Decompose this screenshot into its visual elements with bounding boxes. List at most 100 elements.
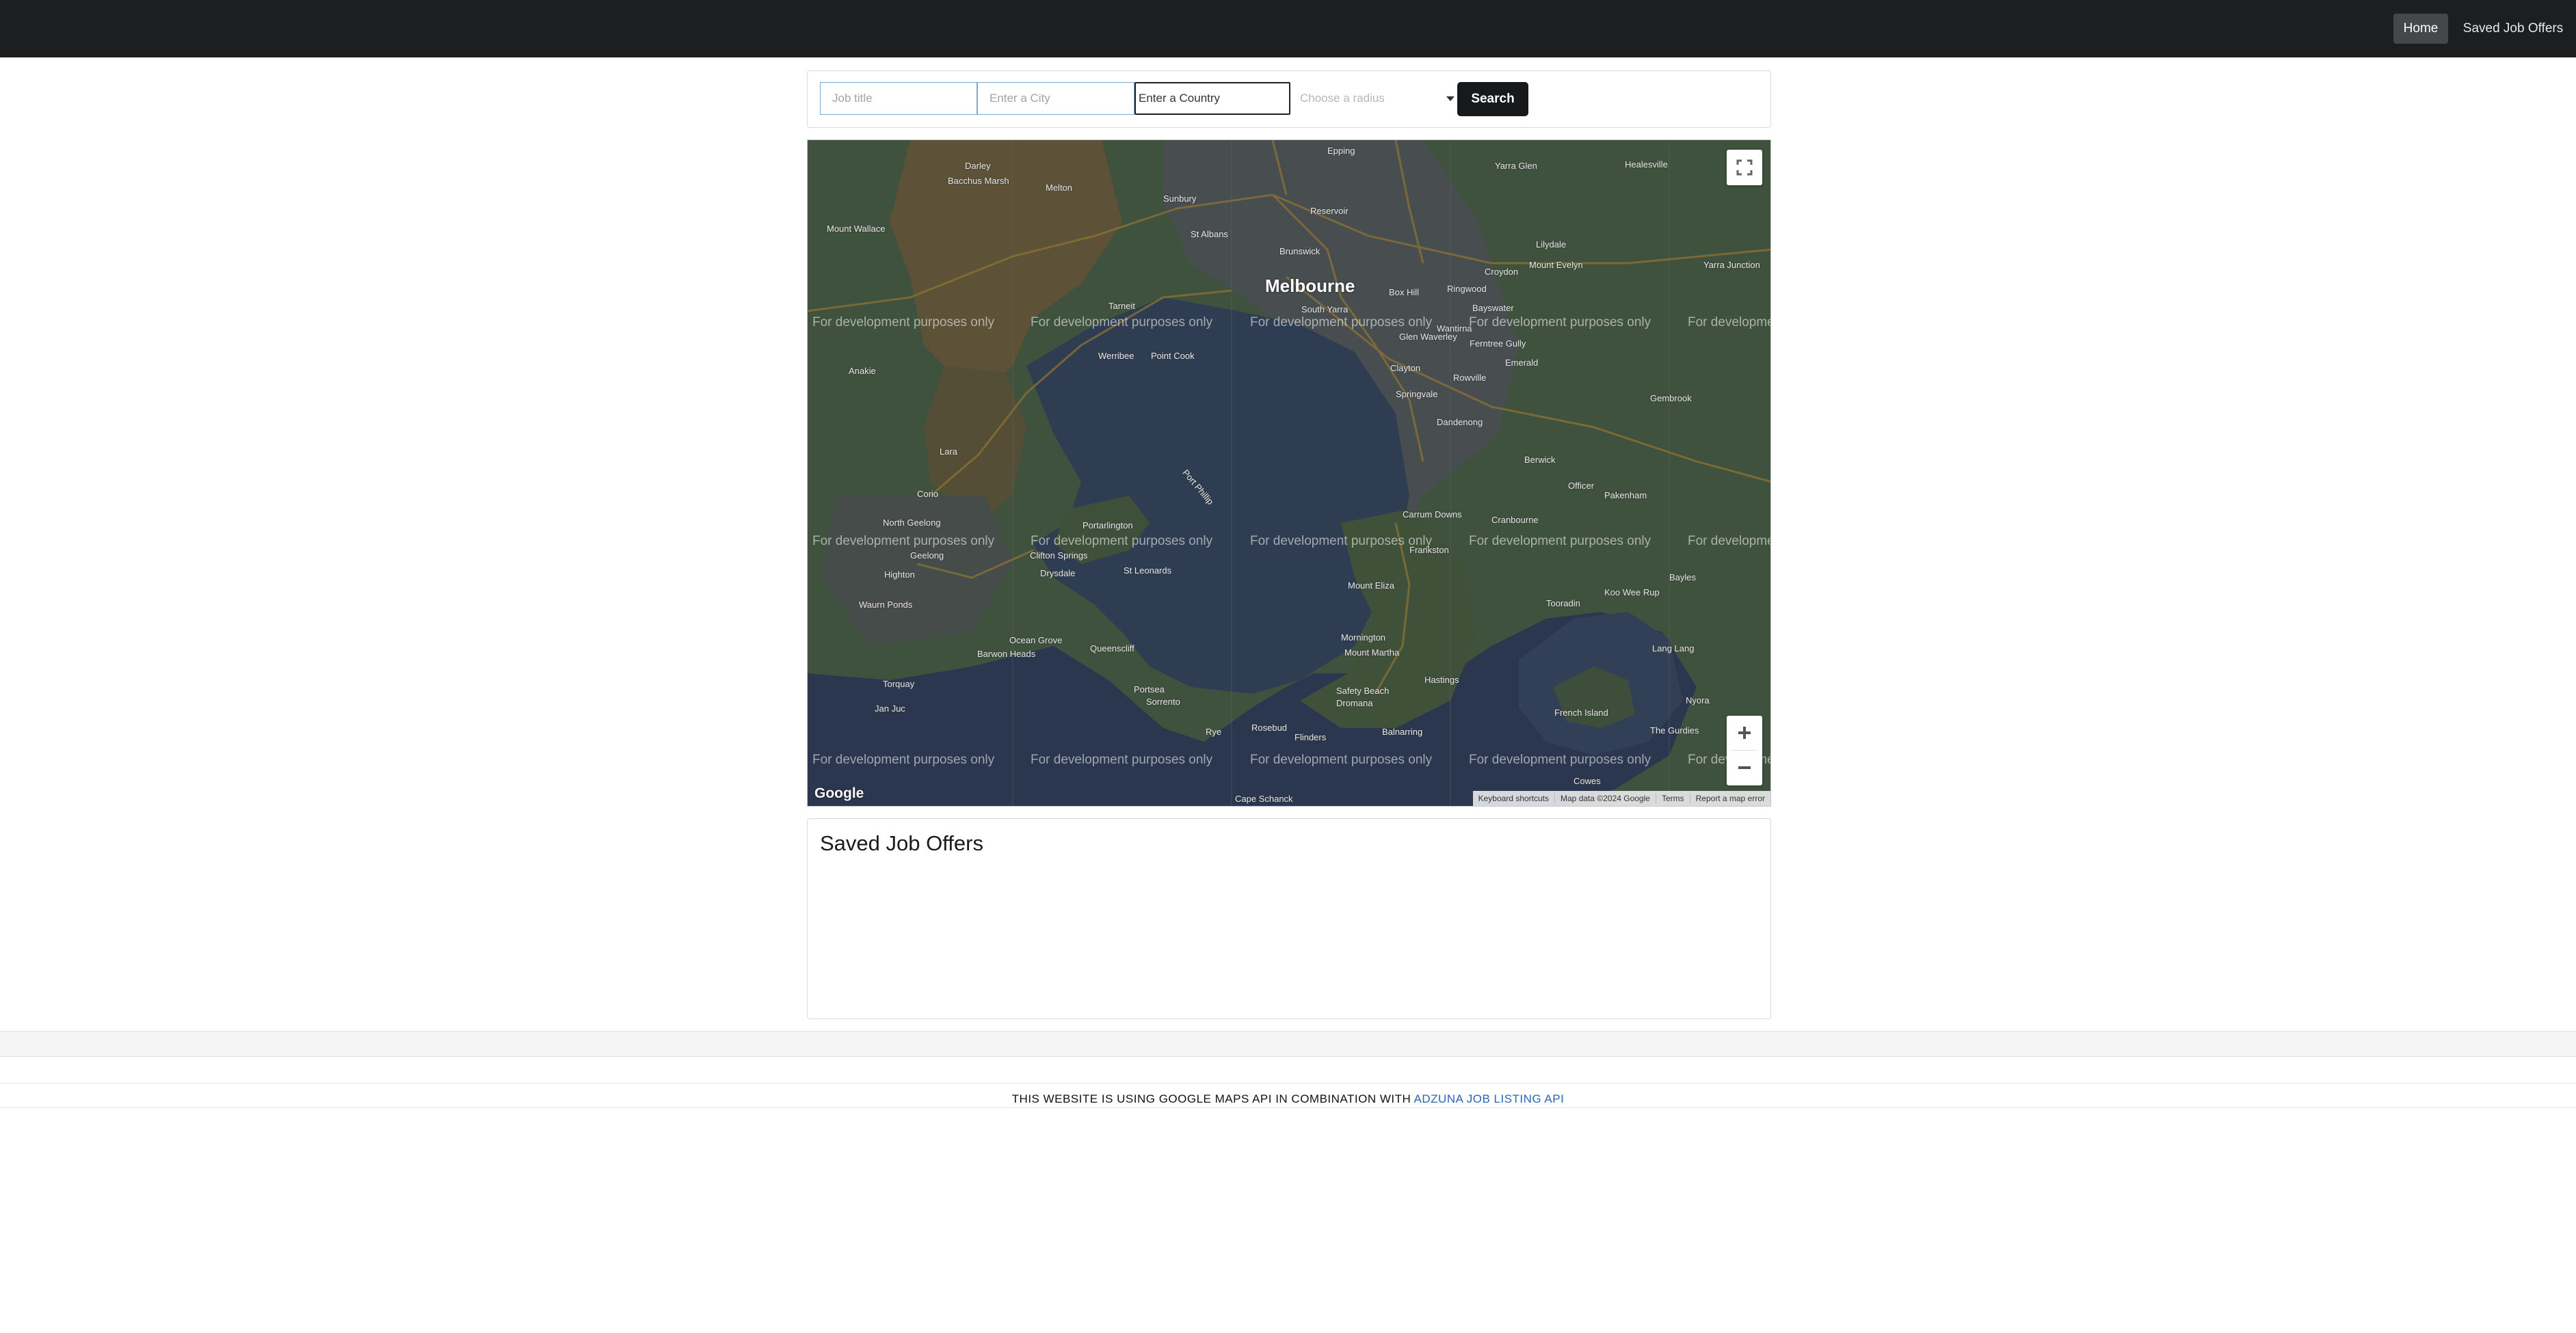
map-town-label: Mount Martha [1344, 647, 1400, 658]
map-town-label: Berwick [1524, 455, 1556, 465]
map-town-label: Bayswater [1472, 303, 1514, 313]
map-town-label: Emerald [1505, 358, 1539, 368]
map-town-label: Werribee [1098, 351, 1134, 361]
search-panel: Choose a radius Search [807, 70, 1771, 128]
job-title-input[interactable] [820, 82, 977, 115]
keyboard-shortcuts-link[interactable]: Keyboard shortcuts [1473, 794, 1554, 803]
map-town-label: Geelong [910, 550, 944, 561]
map-town-label: Epping [1327, 146, 1355, 156]
fullscreen-icon [1736, 159, 1753, 176]
adzuna-api-link[interactable]: ADZUNA JOB LISTING API [1414, 1092, 1565, 1105]
map-town-label: Tarneit [1108, 301, 1136, 311]
dev-watermark: For development purposes only [1688, 315, 1770, 329]
dev-watermark: For development purposes only [1469, 315, 1651, 329]
saved-job-offers-heading: Saved Job Offers [820, 831, 983, 855]
dev-watermark: For development purposes only [1469, 534, 1651, 548]
footer-divider-bottom [0, 1107, 2576, 1108]
map-town-label: Mount Wallace [827, 224, 886, 234]
map-town-label: Queenscliff [1090, 643, 1134, 654]
dev-watermark: For development purposes only [1031, 753, 1213, 767]
map-town-label: Cranbourne [1491, 515, 1539, 525]
dev-overlay [808, 140, 1770, 806]
zoom-out-button[interactable] [1727, 751, 1762, 785]
map-town-label: South Yarra [1301, 304, 1349, 314]
map-town-label: Yarra Glen [1495, 161, 1537, 171]
map-town-label: Melton [1046, 183, 1073, 193]
search-button[interactable]: Search [1457, 82, 1528, 116]
map-town-label: Hastings [1424, 675, 1459, 685]
map-town-label: Darley [965, 161, 991, 171]
map-town-label: Point Cook [1151, 351, 1195, 361]
map-town-label: Mount Evelyn [1529, 260, 1583, 270]
map-town-label: Cape Schanck [1235, 794, 1293, 804]
dev-watermark: For development purposes only [1469, 753, 1651, 767]
map-town-label: Bacchus Marsh [948, 176, 1009, 186]
saved-job-offers-panel: Saved Job Offers [807, 818, 1771, 1019]
map-town-label: Drysdale [1040, 568, 1076, 578]
dev-watermark: For development purposes only [1250, 534, 1433, 548]
map-town-label: Safety Beach [1336, 686, 1390, 696]
map-town-label: Officer [1568, 481, 1595, 491]
map-city-label: Melbourne [1265, 275, 1355, 296]
map-town-label: Healesville [1625, 159, 1668, 170]
dev-watermark: For development purposes only [1688, 534, 1770, 548]
report-map-error-link[interactable]: Report a map error [1689, 794, 1770, 803]
map-town-label: Rosebud [1251, 723, 1288, 733]
radius-select-label: Choose a radius [1300, 92, 1385, 105]
map-town-label: Gembrook [1650, 393, 1692, 403]
map-town-label: Yarra Junction [1703, 260, 1760, 270]
map-town-label: Nyora [1686, 695, 1710, 705]
map-town-label: Portarlington [1083, 520, 1133, 530]
map-town-label: Cowes [1574, 776, 1601, 786]
map-town-label: The Gurdies [1650, 725, 1699, 736]
map-town-label: Glen Waverley [1399, 332, 1457, 342]
map-town-label: Portsea [1134, 684, 1165, 695]
city-input[interactable] [977, 82, 1134, 115]
map-town-label: Bayles [1669, 572, 1697, 582]
map-town-label: Pakenham [1604, 490, 1647, 500]
top-navbar: Home Saved Job Offers [0, 0, 2576, 57]
google-logo[interactable]: Google [814, 785, 864, 802]
dev-watermark: For development purposes only [812, 315, 995, 329]
plus-icon [1738, 727, 1751, 739]
map-town-label: Highton [884, 569, 915, 580]
map-data-credit: Map data ©2024 Google [1554, 794, 1656, 803]
footer-band [0, 1031, 2576, 1057]
zoom-in-button[interactable] [1727, 716, 1762, 750]
map-town-label: Mornington [1341, 632, 1386, 643]
map-town-label: Frankston [1409, 545, 1449, 555]
map-attribution-bar: Keyboard shortcuts Map data ©2024 Google… [1472, 791, 1770, 806]
zoom-controls [1727, 716, 1762, 785]
map-town-label: Flinders [1294, 732, 1327, 742]
nav-home-button[interactable]: Home [2393, 14, 2448, 44]
map-town-label: Rowville [1453, 373, 1487, 383]
map-town-label: Ferntree Gully [1470, 338, 1526, 349]
map-town-label: St Leonards [1124, 565, 1172, 576]
map-town-label: Koo Wee Rup [1604, 587, 1660, 597]
map-town-label: Brunswick [1279, 246, 1320, 256]
dev-watermark: For development purposes only [812, 753, 995, 767]
map-town-label: Croydon [1485, 267, 1519, 277]
radius-select[interactable]: Choose a radius [1292, 82, 1456, 115]
dev-watermark: For development purposes only [1031, 315, 1213, 329]
map-town-label: Jan Juc [875, 703, 905, 714]
map-town-label: Lara [940, 446, 958, 457]
map-town-label: Waurn Ponds [859, 600, 913, 610]
map-town-label: Corio [917, 489, 939, 499]
map-town-label: Carrum Downs [1403, 509, 1462, 520]
map-town-label: Dandenong [1437, 417, 1483, 427]
nav-saved-job-offers-link[interactable]: Saved Job Offers [2462, 14, 2564, 44]
fullscreen-button[interactable] [1727, 150, 1762, 185]
terms-link[interactable]: Terms [1655, 794, 1690, 803]
map-town-label: Sunbury [1163, 193, 1197, 204]
google-map[interactable]: For development purposes only For develo… [807, 139, 1771, 807]
dev-watermark: For development purposes only [1250, 315, 1433, 329]
map-town-label: Torquay [883, 679, 915, 689]
map-town-label: Ringwood [1447, 284, 1487, 294]
country-input[interactable] [1134, 82, 1290, 115]
map-town-label: Ocean Grove [1009, 635, 1063, 645]
map-town-label: Sorrento [1146, 697, 1180, 707]
map-town-label: Lang Lang [1652, 643, 1695, 654]
footer-credit-text: THIS WEBSITE IS USING GOOGLE MAPS API IN… [1011, 1092, 1414, 1105]
dev-watermark: For development purposes only [1031, 534, 1213, 548]
